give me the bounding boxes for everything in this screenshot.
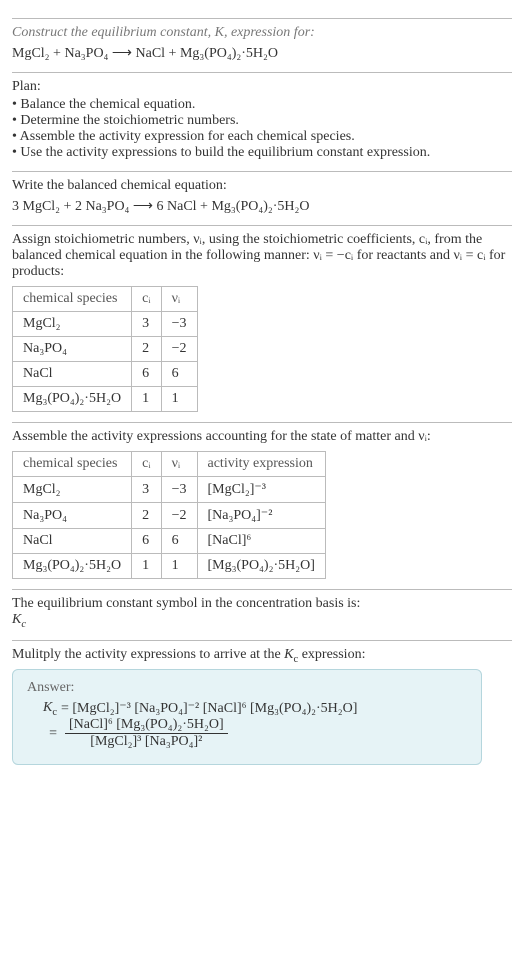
cell: [Na₃PO₄]⁻² bbox=[197, 503, 325, 529]
cell: [NaCl]⁶ bbox=[197, 529, 325, 554]
answer-line1-rhs: = [MgCl₂]⁻³ [Na₃PO₄]⁻² [NaCl]⁶ [Mg₃(PO₄)… bbox=[61, 700, 357, 717]
multiply-lead-text: Mulitply the activity expressions to arr… bbox=[12, 647, 365, 662]
cell: NaCl bbox=[13, 529, 132, 554]
cell: Na₃PO₄ bbox=[13, 337, 132, 362]
plan-section: Plan: • Balance the chemical equation. •… bbox=[12, 72, 512, 161]
symbol-lead: The equilibrium constant symbol in the c… bbox=[12, 596, 512, 612]
cell: 2 bbox=[132, 337, 162, 362]
cell: −3 bbox=[161, 477, 197, 503]
cell: Na₃PO₄ bbox=[13, 503, 132, 529]
cell: 3 bbox=[132, 477, 162, 503]
fraction-denominator: [MgCl₂]³ [Na₃PO₄]² bbox=[65, 734, 228, 750]
kc-symbol: Kc bbox=[12, 612, 26, 627]
cell: MgCl₂ bbox=[13, 312, 132, 337]
kc-lhs: Kc bbox=[27, 700, 61, 718]
cell: 6 bbox=[132, 529, 162, 554]
plan-item: • Balance the chemical equation. bbox=[12, 97, 512, 113]
intro-section: Construct the equilibrium constant, K, e… bbox=[12, 18, 512, 62]
intro-equation: MgCl₂ + Na₃PO₄ ⟶ NaCl + Mg₃(PO₄)₂·5H₂O bbox=[12, 45, 512, 62]
answer-fraction: [NaCl]⁶ [Mg₃(PO₄)₂·5H₂O] [MgCl₂]³ [Na₃PO… bbox=[65, 717, 228, 750]
balanced-section: Write the balanced chemical equation: 3 … bbox=[12, 171, 512, 215]
table-row: Mg₃(PO₄)₂·5H₂O 1 1 [Mg₃(PO₄)₂·5H₂O] bbox=[13, 554, 326, 579]
cell: MgCl₂ bbox=[13, 477, 132, 503]
table-row: NaCl 6 6 bbox=[13, 362, 198, 387]
plan-item: • Use the activity expressions to build … bbox=[12, 145, 512, 161]
activity-lead: Assemble the activity expressions accoun… bbox=[12, 429, 512, 445]
answer-label: Answer: bbox=[27, 680, 467, 696]
table-row: Mg₃(PO₄)₂·5H₂O 1 1 bbox=[13, 387, 198, 412]
cell: Mg₃(PO₄)₂·5H₂O bbox=[13, 387, 132, 412]
fraction-numerator: [NaCl]⁶ [Mg₃(PO₄)₂·5H₂O] bbox=[65, 717, 228, 734]
cell: −3 bbox=[161, 312, 197, 337]
table-header-row: chemical species cᵢ νᵢ bbox=[13, 287, 198, 312]
multiply-lead: Mulitply the activity expressions to arr… bbox=[12, 647, 512, 665]
activity-section: Assemble the activity expressions accoun… bbox=[12, 422, 512, 579]
cell: 6 bbox=[161, 529, 197, 554]
cell: 6 bbox=[161, 362, 197, 387]
plan-heading: Plan: bbox=[12, 79, 512, 95]
cell: −2 bbox=[161, 503, 197, 529]
answer-eq2: = bbox=[27, 726, 61, 742]
col-header: chemical species bbox=[13, 452, 132, 477]
table-row: NaCl 6 6 [NaCl]⁶ bbox=[13, 529, 326, 554]
intro-prompt: Construct the equilibrium constant, K, e… bbox=[12, 25, 512, 41]
cell: 1 bbox=[161, 554, 197, 579]
plan-item: • Assemble the activity expression for e… bbox=[12, 129, 512, 145]
answer-box: Answer: Kc = [MgCl₂]⁻³ [Na₃PO₄]⁻² [NaCl]… bbox=[12, 669, 482, 766]
answer-line1: Kc = [MgCl₂]⁻³ [Na₃PO₄]⁻² [NaCl]⁶ [Mg₃(P… bbox=[27, 700, 467, 718]
cell: Mg₃(PO₄)₂·5H₂O bbox=[13, 554, 132, 579]
balanced-lead: Write the balanced chemical equation: bbox=[12, 178, 512, 194]
col-header: νᵢ bbox=[161, 452, 197, 477]
cell: 2 bbox=[132, 503, 162, 529]
answer-line2: = [NaCl]⁶ [Mg₃(PO₄)₂·5H₂O] [MgCl₂]³ [Na₃… bbox=[27, 717, 467, 750]
assign-text: Assign stoichiometric numbers, νᵢ, using… bbox=[12, 232, 512, 280]
col-header: νᵢ bbox=[161, 287, 197, 312]
cell: 6 bbox=[132, 362, 162, 387]
multiply-section: Mulitply the activity expressions to arr… bbox=[12, 640, 512, 766]
col-header: cᵢ bbox=[132, 287, 162, 312]
table-row: Na₃PO₄ 2 −2 bbox=[13, 337, 198, 362]
cell: 1 bbox=[132, 554, 162, 579]
answer-equation: Kc = [MgCl₂]⁻³ [Na₃PO₄]⁻² [NaCl]⁶ [Mg₃(P… bbox=[27, 700, 467, 751]
col-header: chemical species bbox=[13, 287, 132, 312]
table-header-row: chemical species cᵢ νᵢ activity expressi… bbox=[13, 452, 326, 477]
table-row: Na₃PO₄ 2 −2 [Na₃PO₄]⁻² bbox=[13, 503, 326, 529]
cell: 3 bbox=[132, 312, 162, 337]
table-row: MgCl₂ 3 −3 [MgCl₂]⁻³ bbox=[13, 477, 326, 503]
cell: [Mg₃(PO₄)₂·5H₂O] bbox=[197, 554, 325, 579]
col-header: activity expression bbox=[197, 452, 325, 477]
symbol-value: Kc bbox=[12, 612, 512, 630]
activity-table: chemical species cᵢ νᵢ activity expressi… bbox=[12, 451, 326, 579]
assign-section: Assign stoichiometric numbers, νᵢ, using… bbox=[12, 225, 512, 412]
cell: −2 bbox=[161, 337, 197, 362]
cell: 1 bbox=[132, 387, 162, 412]
balanced-equation: 3 MgCl₂ + 2 Na₃PO₄ ⟶ 6 NaCl + Mg₃(PO₄)₂·… bbox=[12, 198, 512, 215]
col-header: cᵢ bbox=[132, 452, 162, 477]
table-row: MgCl₂ 3 −3 bbox=[13, 312, 198, 337]
assign-table: chemical species cᵢ νᵢ MgCl₂ 3 −3 Na₃PO₄… bbox=[12, 286, 198, 412]
plan-item: • Determine the stoichiometric numbers. bbox=[12, 113, 512, 129]
symbol-section: The equilibrium constant symbol in the c… bbox=[12, 589, 512, 630]
cell: [MgCl₂]⁻³ bbox=[197, 477, 325, 503]
cell: NaCl bbox=[13, 362, 132, 387]
cell: 1 bbox=[161, 387, 197, 412]
